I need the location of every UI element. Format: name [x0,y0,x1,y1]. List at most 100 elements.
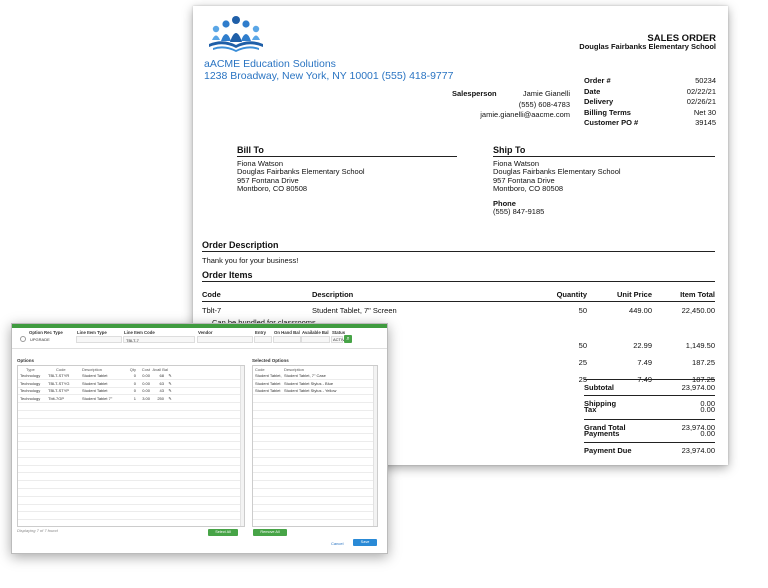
company-address: 1238 Broadway, New York, NY 10001 (555) … [204,70,454,82]
table-row[interactable]: Student Tablet Student Tablet Stylus - B… [253,380,377,388]
empty-row [18,489,244,497]
meta-label: Billing Terms [584,107,631,117]
selected-scrollbar[interactable] [373,366,377,526]
table-row[interactable]: Technology TBLT-STYP Student Tablet 0 0.… [18,388,244,396]
option-avail: 63 [159,380,164,386]
meta-row: Delivery 02/26/21 [584,97,716,108]
option-avail: 68 [159,372,164,378]
totals-block: Subtotal 23,974.00 Shipping 0.00 Tax 0.00 G… [584,376,715,455]
item-unit-price: 22.99 [633,341,652,350]
column-header: Type [26,366,35,372]
table-row[interactable]: Technology TBLT-STYG Student Tablet 0 0.… [18,380,244,388]
column-header: Avail Bal [152,366,169,372]
subtotal-row: Subtotal 23,974.00 [584,379,715,392]
line-item-type-field[interactable] [76,336,122,343]
payments-label: Payments [584,429,620,438]
meta-label: Order # [584,76,611,85]
cancel-button[interactable]: Cancel [331,541,343,546]
subtotal-label: Subtotal [584,383,614,392]
edit-icon[interactable]: ✎ [164,388,174,393]
option-type: Technology [20,372,41,378]
payment-due-value: 23,974.00 [681,446,715,455]
selected-description: Student Tablet, 7" Case [284,372,326,378]
ship-to-heading: Ship To [493,146,715,157]
tax-value: 0.00 [700,405,715,414]
item-unit-price: 449.00 [629,306,652,315]
table-row[interactable]: Student Tablet Student Tablet Stylus - Y… [253,388,377,396]
option-avail: 250 [157,396,164,402]
table-row[interactable]: Technology TBLT-STYR Student Tablet 0 0.… [18,372,244,380]
edit-icon[interactable]: ✎ [164,373,174,378]
option-code: Tblt-7GP [48,396,65,402]
empty-row [253,450,377,458]
available-field[interactable] [301,336,330,343]
line-item-code-field[interactable]: TBLT-7 [123,336,195,343]
save-button[interactable]: Save [353,539,377,546]
entry-field[interactable] [254,336,272,343]
document-school: Douglas Fairbanks Elementary School [579,42,716,51]
item-unit-price: 7.49 [637,358,652,367]
bill-to-line: Montboro, CO 80508 [237,184,308,193]
empty-row [18,434,244,443]
tax-label: Tax [584,405,597,414]
meta-value: 02/26/21 [686,97,716,106]
empty-row [253,473,377,482]
order-description-heading: Order Description [202,240,715,252]
table-row[interactable]: Technology Tblt-7GP Student Tablet 7" 1 … [18,395,244,404]
meta-row: Date 02/22/21 [584,87,716,98]
table-row[interactable]: Student Tablet, Student Tablet, 7" Case [253,372,377,380]
option-qty: 0 [133,372,136,378]
meta-label: Delivery [584,97,614,106]
column-header: Description [82,366,103,372]
column-header: Qty [129,366,136,372]
vendor-field[interactable] [197,336,253,343]
option-rec-type-radio[interactable] [20,336,26,342]
column-header: Code [56,366,66,372]
selected-code: Student Tablet [255,380,281,386]
option-description: Student Tablet [82,388,108,394]
empty-row [18,473,244,482]
column-header: Code [202,290,221,299]
bill-to-heading: Bill To [237,146,457,157]
option-code: TBLT-STYR [48,372,70,378]
on-hand-label: On Hand Bal [274,330,300,335]
selected-options-title: Selected Options [252,358,289,363]
subtotal-value: 23,974.00 [681,383,715,392]
item-quantity: 25 [578,358,587,367]
column-header: Quantity [556,290,587,299]
option-rec-type-label: Option Rec Type [29,330,63,335]
option-qty: 1 [133,396,136,402]
vendor-label: Vendor [198,330,213,335]
entry-label: Entry [255,330,266,335]
on-hand-field[interactable] [273,336,301,343]
option-type: Technology [20,396,41,402]
edit-icon[interactable]: ✎ [164,396,174,401]
option-description: Student Tablet 7" [82,396,113,402]
item-quantity: 50 [578,306,587,315]
empty-row [18,403,244,411]
salesperson-name: Jamie Gianelli [522,89,570,98]
select-all-button[interactable]: Select All [208,529,238,536]
meta-label: Date [584,86,601,96]
column-header: Item Total [680,290,715,299]
item-total: 1,149.50 [685,341,715,350]
option-code: TBLT-STYP [48,388,70,394]
empty-row [18,481,244,489]
bill-to-block: Bill To Fiona Watson Douglas Fairbanks E… [237,146,457,194]
options-title: Options [17,358,34,363]
empty-row [18,427,244,435]
column-header: Description [284,366,305,372]
options-grid: Type Code Description Qty Cost Avail Bal… [17,365,245,527]
options-scrollbar[interactable] [240,366,244,526]
table-header: Code Description Quantity Unit Price Ite… [202,288,715,302]
window-top-bar [12,324,387,328]
empty-row [18,458,244,466]
empty-row [18,419,244,427]
remove-all-button[interactable]: Remove All [253,529,287,536]
meta-row: Customer PO # 39145 [584,118,716,129]
ship-to-block: Ship To Fiona Watson Douglas Fairbanks E… [493,146,715,217]
empty-row [18,505,244,513]
edit-icon[interactable]: ✎ [164,381,174,386]
search-button[interactable]: ⌕ [344,335,352,343]
order-items-heading: Order Items [202,270,715,282]
